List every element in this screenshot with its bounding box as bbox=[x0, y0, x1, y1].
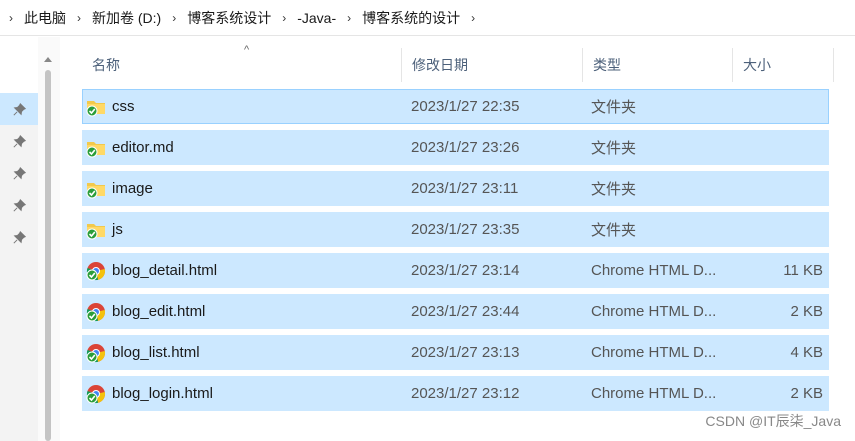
chrome-icon bbox=[86, 384, 106, 404]
column-type[interactable]: 类型 bbox=[583, 48, 733, 82]
column-type-label: 类型 bbox=[593, 57, 621, 73]
column-date[interactable]: 修改日期 bbox=[402, 48, 583, 82]
file-name: js bbox=[112, 221, 123, 238]
file-row[interactable]: css 2023/1/27 22:35 文件夹 bbox=[82, 89, 829, 124]
file-type: 文件夹 bbox=[591, 99, 637, 116]
file-name: blog_list.html bbox=[112, 344, 200, 361]
file-type: Chrome HTML D... bbox=[591, 344, 717, 361]
file-row[interactable]: blog_list.html 2023/1/27 23:13 Chrome HT… bbox=[82, 335, 829, 370]
column-name-label: 名称 bbox=[92, 57, 120, 73]
scroll-up-arrow-icon[interactable] bbox=[44, 57, 52, 62]
breadcrumb-drive-d[interactable]: 新加卷 (D:) bbox=[90, 8, 163, 28]
file-date: 2023/1/27 23:12 bbox=[411, 385, 520, 402]
file-type: Chrome HTML D... bbox=[591, 385, 717, 402]
file-type: 文件夹 bbox=[591, 222, 637, 239]
watermark: CSDN @IT辰柒_Java bbox=[705, 413, 841, 429]
chevron-right-icon[interactable]: › bbox=[338, 11, 360, 25]
quick-access-item[interactable] bbox=[0, 93, 38, 125]
chevron-right-icon[interactable]: › bbox=[273, 11, 295, 25]
chrome-icon bbox=[86, 343, 106, 363]
folder-icon bbox=[86, 138, 106, 158]
file-date: 2023/1/27 23:35 bbox=[411, 221, 520, 238]
pin-icon bbox=[12, 102, 26, 116]
breadcrumb-current-folder[interactable]: 博客系统的设计 bbox=[360, 8, 462, 28]
file-row[interactable]: blog_login.html 2023/1/27 23:12 Chrome H… bbox=[82, 376, 829, 411]
chevron-right-icon[interactable]: › bbox=[462, 11, 484, 25]
scrollbar-thumb[interactable] bbox=[45, 70, 51, 441]
file-name: image bbox=[112, 180, 153, 197]
column-date-label: 修改日期 bbox=[412, 57, 468, 73]
file-row[interactable]: image 2023/1/27 23:11 文件夹 bbox=[82, 171, 829, 206]
pin-icon bbox=[12, 134, 26, 148]
column-size[interactable]: 大小 bbox=[733, 48, 834, 82]
breadcrumb: › 此电脑 › 新加卷 (D:) › 博客系统设计 › -Java- › 博客系… bbox=[0, 0, 855, 36]
quick-access-item[interactable] bbox=[0, 125, 38, 157]
file-row[interactable]: blog_edit.html 2023/1/27 23:44 Chrome HT… bbox=[82, 294, 829, 329]
folder-icon bbox=[86, 179, 106, 199]
file-date: 2023/1/27 23:11 bbox=[411, 180, 519, 197]
column-header: ^ 名称 修改日期 类型 大小 bbox=[82, 44, 834, 82]
chevron-right-icon[interactable]: › bbox=[68, 11, 90, 25]
file-date: 2023/1/27 22:35 bbox=[411, 98, 520, 115]
file-row[interactable]: blog_detail.html 2023/1/27 23:14 Chrome … bbox=[82, 253, 829, 288]
file-size: 11 KB bbox=[783, 262, 823, 279]
column-name[interactable]: 名称 bbox=[82, 48, 402, 82]
file-row[interactable]: editor.md 2023/1/27 23:26 文件夹 bbox=[82, 130, 829, 165]
chrome-icon bbox=[86, 302, 106, 322]
file-date: 2023/1/27 23:44 bbox=[411, 303, 520, 320]
file-date: 2023/1/27 23:13 bbox=[411, 344, 520, 361]
folder-icon bbox=[86, 97, 106, 117]
breadcrumb-blog-design[interactable]: 博客系统设计 bbox=[185, 8, 273, 28]
file-size: 4 KB bbox=[790, 344, 823, 361]
chevron-right-icon[interactable]: › bbox=[163, 11, 185, 25]
file-name: css bbox=[112, 98, 135, 115]
file-type: 文件夹 bbox=[591, 181, 637, 198]
file-type: 文件夹 bbox=[591, 140, 637, 157]
quick-access-item[interactable] bbox=[0, 221, 38, 253]
file-type: Chrome HTML D... bbox=[591, 262, 717, 279]
file-name: blog_edit.html bbox=[112, 303, 206, 320]
file-row[interactable]: js 2023/1/27 23:35 文件夹 bbox=[82, 212, 829, 247]
file-name: blog_login.html bbox=[112, 385, 213, 402]
quick-access-item[interactable] bbox=[0, 189, 38, 221]
file-name: blog_detail.html bbox=[112, 262, 218, 279]
file-size: 2 KB bbox=[790, 385, 823, 402]
quick-access-strip bbox=[0, 93, 38, 441]
breadcrumb-this-pc[interactable]: 此电脑 bbox=[22, 8, 68, 28]
folder-icon bbox=[86, 220, 106, 240]
quick-access-item[interactable] bbox=[0, 157, 38, 189]
file-type: Chrome HTML D... bbox=[591, 303, 717, 320]
file-size: 2 KB bbox=[790, 303, 823, 320]
chrome-icon bbox=[86, 261, 106, 281]
breadcrumb-java[interactable]: -Java- bbox=[295, 10, 338, 26]
file-date: 2023/1/27 23:14 bbox=[411, 262, 520, 279]
column-size-label: 大小 bbox=[743, 57, 771, 73]
chevron-right-icon[interactable]: › bbox=[0, 11, 22, 25]
pin-icon bbox=[12, 230, 26, 244]
pin-icon bbox=[12, 198, 26, 212]
pin-icon bbox=[12, 166, 26, 180]
file-date: 2023/1/27 23:26 bbox=[411, 139, 520, 156]
file-name: editor.md bbox=[112, 139, 174, 156]
